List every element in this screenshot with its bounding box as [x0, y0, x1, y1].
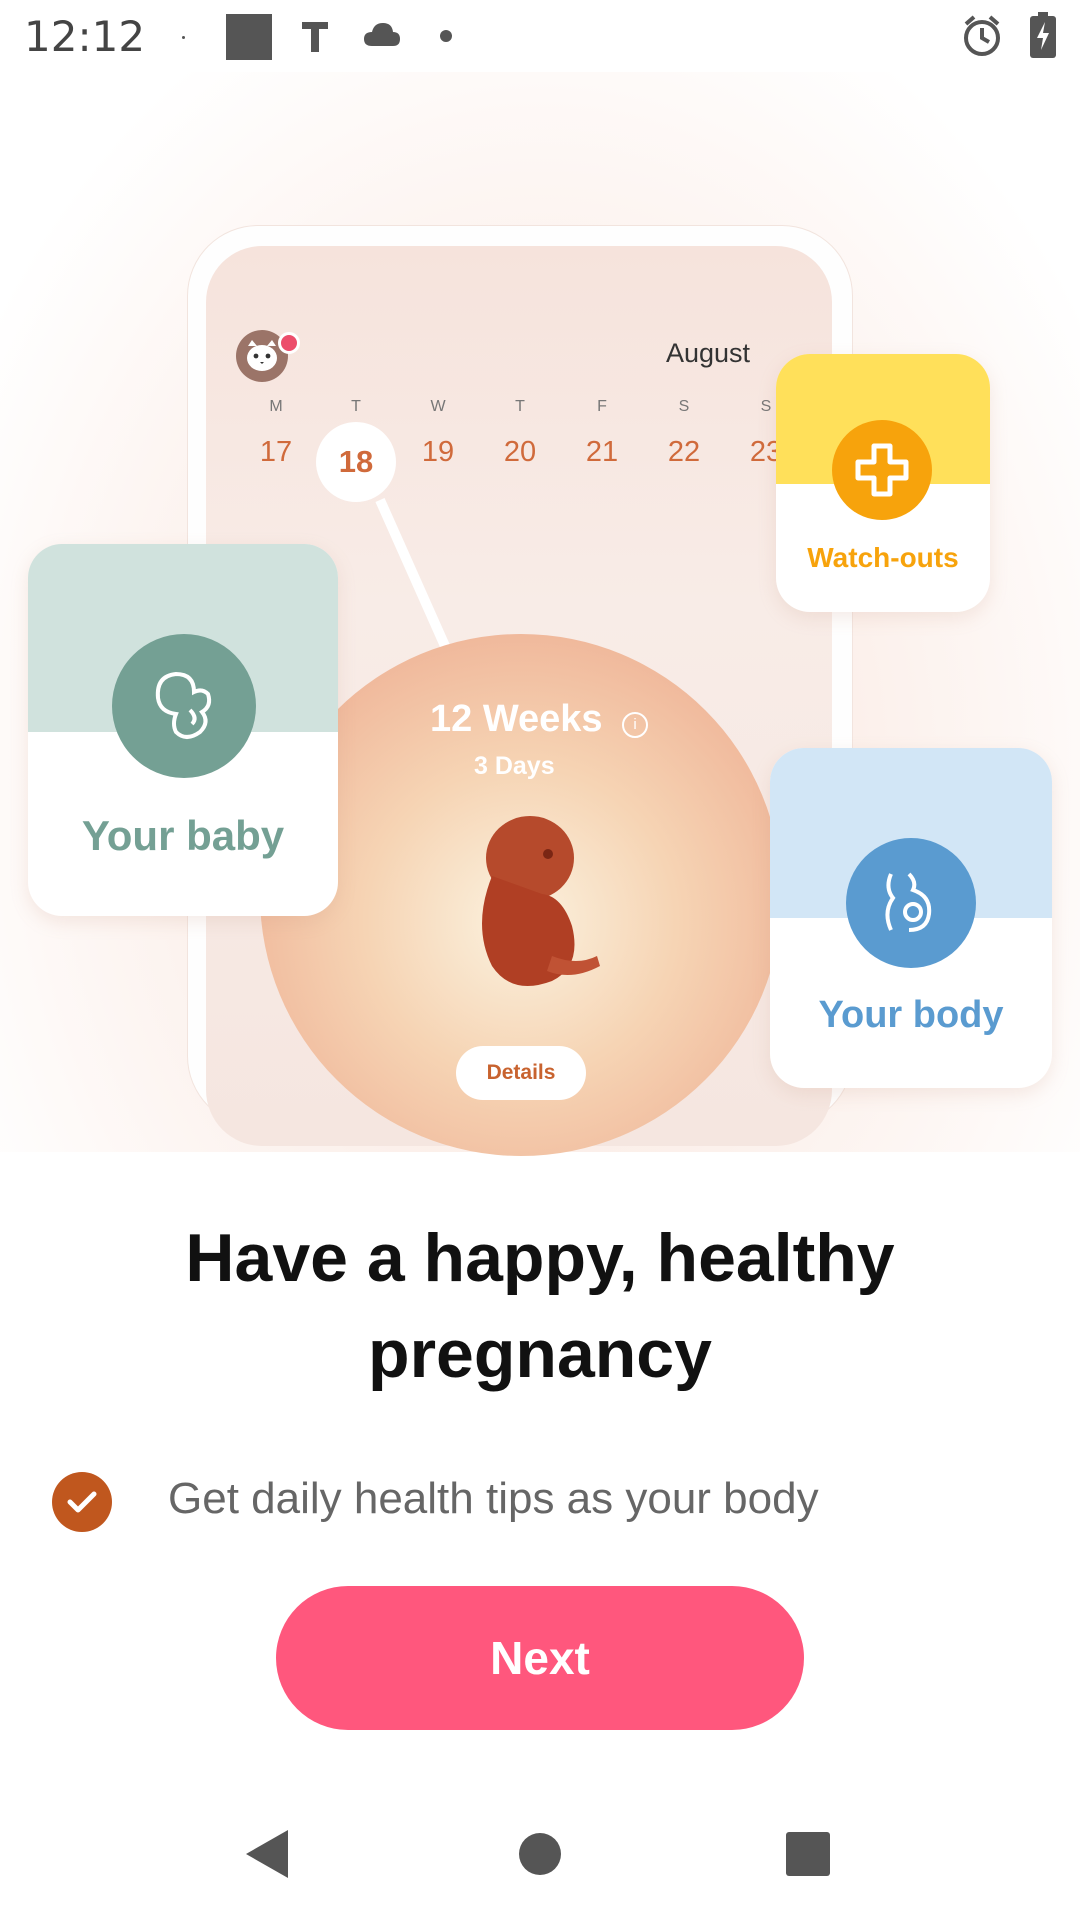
next-button[interactable]: Next: [276, 1586, 804, 1730]
weeks-label: 12 Weeks: [430, 698, 603, 740]
your-baby-card: Your baby: [28, 544, 338, 916]
pregnant-body-icon: [846, 838, 976, 968]
your-body-label: Your body: [818, 994, 1004, 1036]
baby-icon: [112, 634, 256, 778]
text-t-icon: [302, 22, 328, 52]
calendar-day: 20: [503, 436, 537, 468]
check-icon: [52, 1472, 112, 1532]
alarm-icon: [964, 15, 1000, 56]
home-icon[interactable]: [518, 1832, 562, 1876]
status-time: 12:12: [24, 12, 146, 61]
calendar-day: 22: [667, 436, 701, 468]
recents-icon[interactable]: [786, 1832, 830, 1876]
battery-charging-icon: [1030, 12, 1056, 58]
weekday-label: W: [430, 398, 446, 415]
calendar-day: 19: [421, 436, 455, 468]
weekday-label: T: [515, 398, 525, 415]
weekday-label: M: [269, 398, 283, 415]
calendar-day: 17: [259, 436, 293, 468]
dot-icon: [182, 36, 185, 39]
status-bar: 12:12: [0, 0, 1080, 72]
cat-face-icon: [247, 340, 277, 371]
your-baby-label: Your baby: [81, 812, 285, 859]
health-cross-icon: [832, 420, 932, 520]
your-body-card: Your body: [770, 748, 1052, 1088]
back-icon[interactable]: [244, 1828, 290, 1880]
cloud-icon: [364, 23, 400, 46]
calendar-day-selected: 18: [316, 422, 396, 502]
navigation-bar: [0, 1800, 1080, 1920]
dot-icon: [440, 30, 452, 42]
fetus-illustration: [482, 816, 600, 986]
days-label: 3 Days: [474, 752, 555, 780]
calendar-month: August: [666, 338, 751, 368]
notification-square-icon: [226, 14, 272, 60]
watch-outs-card: Watch-outs: [776, 354, 990, 612]
watch-outs-label: Watch-outs: [807, 542, 959, 573]
weekday-label: F: [597, 398, 607, 415]
weekday-label: S: [678, 398, 690, 415]
onboarding-headline: Have a happy, healthy pregnancy: [185, 1220, 895, 1392]
details-button: Details: [456, 1046, 586, 1100]
tip-text: Get daily health tips as your body: [168, 1474, 819, 1523]
notification-dot: [278, 332, 300, 354]
calendar-day: 21: [585, 436, 619, 468]
weekday-label: T: [351, 398, 361, 415]
info-icon: i: [622, 712, 648, 738]
